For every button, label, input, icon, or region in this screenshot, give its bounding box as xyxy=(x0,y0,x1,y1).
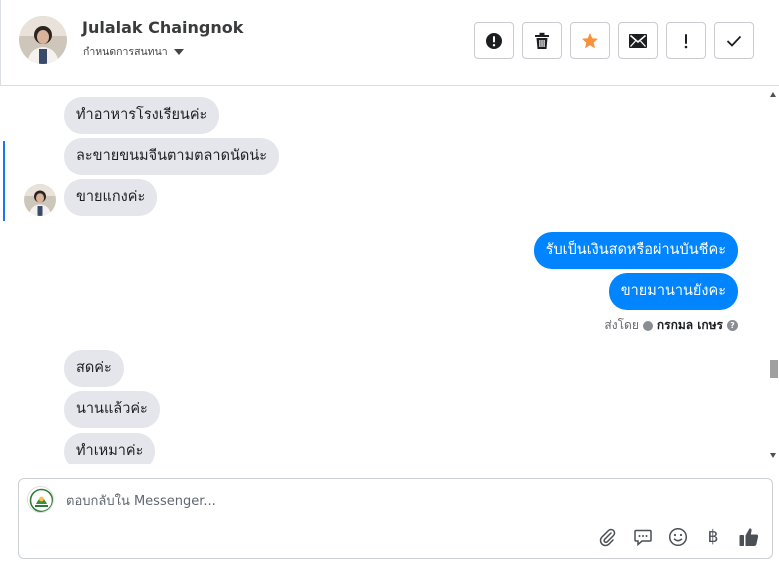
contact-name: Julalak Chaingnok xyxy=(82,18,244,37)
contact-avatar[interactable] xyxy=(19,16,67,64)
baht-icon[interactable]: ฿ xyxy=(701,525,725,549)
outgoing-message[interactable]: รับเป็นเงินสดหรือผ่านบันชีคะ xyxy=(533,232,738,269)
contact-avatar-small xyxy=(24,184,56,216)
reply-composer: ฿ xyxy=(18,478,773,559)
star-icon xyxy=(581,32,599,50)
assign-conversation-label: กำหนดการสนทนา xyxy=(83,46,168,58)
reply-input[interactable] xyxy=(66,492,626,510)
report-spam-button[interactable] xyxy=(474,22,514,59)
sent-by-label: ส่งโดย xyxy=(604,318,639,332)
sent-by-info: ส่งโดย กรกมล เกษร ? xyxy=(604,316,738,335)
help-icon[interactable]: ? xyxy=(727,320,738,331)
assign-conversation-dropdown[interactable]: กำหนดการสนทนา xyxy=(83,43,184,60)
thumbs-up-icon[interactable] xyxy=(737,525,761,549)
thread-scrollbar[interactable] xyxy=(768,86,779,464)
emoji-icon[interactable] xyxy=(666,525,690,549)
checkmark-icon xyxy=(726,35,742,47)
mark-done-button[interactable] xyxy=(714,22,754,59)
incoming-message[interactable]: ทำอาหารโรงเรียนค่ะ xyxy=(64,97,220,134)
exclamation-circle-icon xyxy=(485,32,503,50)
exclamation-icon xyxy=(683,33,689,49)
scrollbar-thumb[interactable] xyxy=(770,360,778,378)
envelope-icon xyxy=(629,33,647,48)
saved-reply-icon[interactable] xyxy=(631,525,655,549)
messenger-conversation-window: Julalak Chaingnok กำหนดการสนทนา ทำอาหารโ… xyxy=(0,0,779,570)
scroll-up-arrow-icon[interactable] xyxy=(770,92,776,97)
scroll-down-arrow-icon[interactable] xyxy=(770,453,776,458)
sender-name[interactable]: กรกมล เกษร xyxy=(657,316,723,335)
star-button[interactable] xyxy=(570,22,610,59)
delete-button[interactable] xyxy=(522,22,562,59)
paperclip-icon[interactable] xyxy=(595,525,619,549)
sender-status-icon xyxy=(642,320,653,331)
outgoing-message[interactable]: ขายมานานยังคะ xyxy=(608,273,738,310)
currency-symbol: ฿ xyxy=(707,527,719,547)
incoming-message[interactable]: ละขายขนมจีนตามตลาดนัดน่ะ xyxy=(64,138,280,175)
page-logo xyxy=(27,486,54,513)
incoming-message[interactable]: สดค่ะ xyxy=(64,350,124,387)
follow-up-button[interactable] xyxy=(666,22,706,59)
incoming-message[interactable]: ขายแกงค่ะ xyxy=(64,179,158,216)
selected-message-indicator xyxy=(3,141,5,221)
incoming-message[interactable]: นานแล้วค่ะ xyxy=(64,391,160,428)
mark-unread-button[interactable] xyxy=(618,22,658,59)
conversation-header: Julalak Chaingnok กำหนดการสนทนา xyxy=(0,0,779,86)
caret-down-icon xyxy=(173,48,184,55)
incoming-message[interactable]: ทำเหมาค่ะ xyxy=(64,433,156,464)
trash-icon xyxy=(534,32,550,50)
message-thread[interactable]: ทำอาหารโรงเรียนค่ะ ละขายขนมจีนตามตลาดนัด… xyxy=(0,86,779,464)
